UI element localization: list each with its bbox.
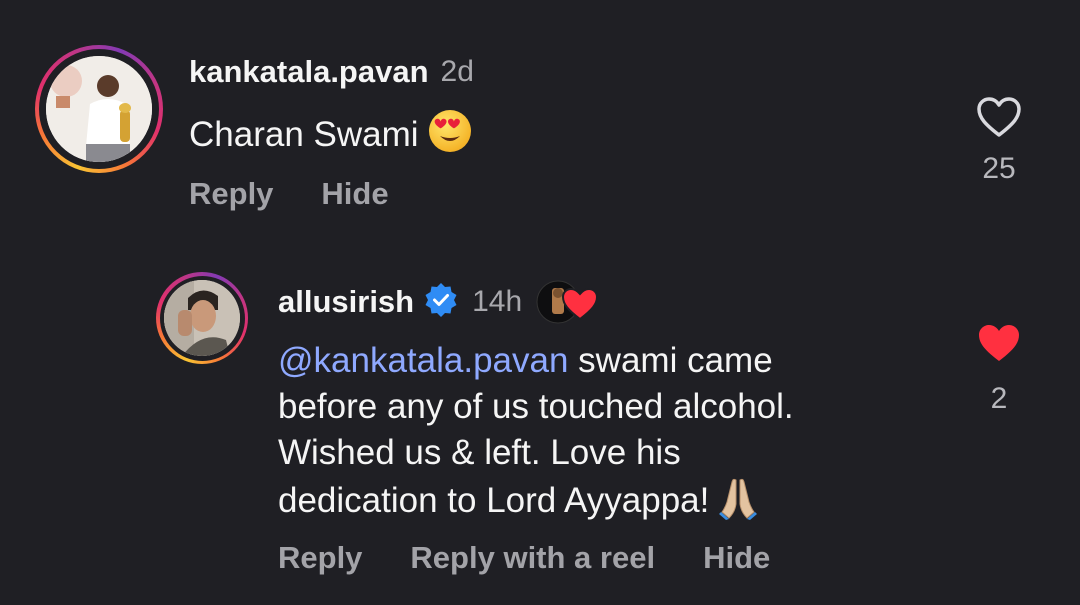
story-ring[interactable] [156,272,248,364]
reply-with-reel-button[interactable]: Reply with a reel [410,540,655,576]
timestamp: 14h [472,285,523,318]
comment-text: @kankatala.pavan swami came before any o… [278,341,794,520]
story-ring[interactable] [35,45,163,173]
hide-button[interactable]: Hide [321,176,388,212]
verified-badge-icon [424,282,458,322]
timestamp: 2d [440,55,474,88]
profile-sticker-icon[interactable] [536,279,602,325]
hide-button[interactable]: Hide [703,540,770,576]
like-control: 25 [969,96,1029,186]
heart-filled-icon[interactable] [976,322,1022,364]
comment-actions: Reply Reply with a reel Hide [278,540,818,576]
like-count: 25 [982,152,1016,185]
heart-outline-icon[interactable] [976,96,1022,138]
folded-hands-emoji [719,476,758,520]
like-count: 2 [990,382,1008,415]
avatar[interactable] [46,56,152,162]
avatar[interactable] [164,280,240,356]
reply-button[interactable]: Reply [189,176,273,212]
username[interactable]: allusirish [278,284,414,320]
comment-actions: Reply Hide [189,176,437,212]
reply-button[interactable]: Reply [278,540,362,576]
like-control: 2 [969,322,1029,416]
heart-eyes-emoji [428,110,471,152]
username[interactable]: kankatala.pavan [189,54,429,90]
comment-text: Charan Swami [189,110,471,158]
mention-link[interactable]: @kankatala.pavan [278,341,568,380]
